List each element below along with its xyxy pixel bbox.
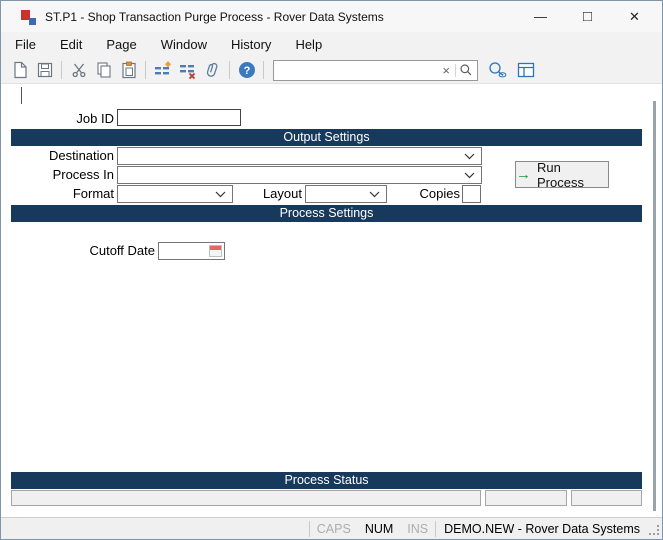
paste-clipboard-icon (120, 61, 138, 79)
destination-label: Destination (21, 148, 114, 163)
toolbar-separator (229, 61, 230, 79)
search-input[interactable] (274, 62, 439, 79)
menu-file[interactable]: File (3, 32, 48, 57)
menu-window[interactable]: Window (149, 32, 219, 57)
chevron-down-icon (464, 153, 475, 160)
minimize-icon: — (534, 9, 547, 24)
process-status-field-3 (571, 490, 642, 506)
menu-edit[interactable]: Edit (48, 32, 94, 57)
svg-text:?: ? (243, 65, 250, 77)
toolbar-separator (263, 61, 264, 79)
cut-button[interactable] (66, 58, 91, 82)
job-id-label: Job ID (21, 111, 114, 126)
job-id-input[interactable] (117, 109, 241, 126)
form-area: Job ID Output Settings Destination Proce… (1, 84, 662, 519)
run-process-button[interactable]: → Run Process (515, 161, 609, 188)
layout-button[interactable] (513, 58, 538, 82)
chevron-down-icon (369, 191, 380, 198)
text-caret (21, 87, 22, 104)
process-settings-header: Process Settings (11, 205, 642, 222)
cutoff-date-label: Cutoff Date (61, 243, 155, 258)
layout-label: Layout (241, 186, 302, 201)
paperclip-icon (204, 61, 222, 79)
menu-page[interactable]: Page (94, 32, 148, 57)
search-divider (455, 64, 456, 77)
search-box: × (273, 60, 478, 81)
destination-select[interactable] (117, 147, 482, 165)
record-view-button[interactable] (484, 58, 509, 82)
add-rows-button[interactable] (150, 58, 175, 82)
vertical-scrollbar[interactable] (653, 101, 656, 511)
resize-grip-icon[interactable] (649, 525, 659, 535)
status-bar: CAPS NUM INS DEMO.NEW - Rover Data Syste… (1, 517, 662, 539)
run-arrow-icon: → (516, 167, 531, 182)
caps-indicator: CAPS (310, 522, 358, 536)
new-document-button[interactable] (7, 58, 32, 82)
menu-bar: File Edit Page Window History Help (1, 32, 662, 57)
ins-indicator: INS (400, 522, 435, 536)
close-icon: ✕ (629, 9, 640, 25)
calendar-icon[interactable] (209, 245, 222, 257)
copy-button[interactable] (91, 58, 116, 82)
layout-select[interactable] (305, 185, 387, 203)
cutoff-date-input[interactable] (158, 242, 225, 260)
window-controls: — □ ✕ (517, 1, 658, 32)
process-in-label: Process In (21, 167, 114, 182)
menu-help[interactable]: Help (283, 32, 334, 57)
chevron-down-icon (464, 172, 475, 179)
process-in-select[interactable] (117, 166, 482, 184)
scissors-icon (70, 61, 88, 79)
output-settings-header: Output Settings (11, 129, 642, 146)
magnifier-eye-icon (487, 61, 507, 79)
delete-rows-button[interactable] (175, 58, 200, 82)
delete-rows-icon (179, 61, 197, 79)
help-button[interactable]: ? (234, 58, 259, 82)
close-button[interactable]: ✕ (611, 1, 658, 32)
clear-search-icon[interactable]: × (439, 64, 453, 77)
search-icon[interactable] (458, 63, 477, 77)
paste-button[interactable] (116, 58, 141, 82)
app-logo-icon (21, 9, 37, 25)
num-indicator: NUM (358, 522, 400, 536)
save-icon (36, 61, 54, 79)
process-status-field-2 (485, 490, 567, 506)
menu-history[interactable]: History (219, 32, 283, 57)
session-label: DEMO.NEW - Rover Data Systems (436, 522, 646, 536)
minimize-button[interactable]: — (517, 1, 564, 32)
add-rows-icon (154, 61, 172, 79)
title-bar: ST.P1 - Shop Transaction Purge Process -… (1, 1, 662, 32)
maximize-button[interactable]: □ (564, 1, 611, 32)
layout-icon (517, 61, 535, 79)
help-icon: ? (238, 61, 256, 79)
format-label: Format (21, 186, 114, 201)
toolbar: ? × (1, 57, 662, 84)
toolbar-separator (61, 61, 62, 79)
copies-input[interactable] (462, 185, 481, 203)
window-title: ST.P1 - Shop Transaction Purge Process -… (45, 10, 384, 24)
toolbar-separator (145, 61, 146, 79)
copies-label: Copies (399, 186, 460, 201)
attachments-button[interactable] (200, 58, 225, 82)
format-select[interactable] (117, 185, 233, 203)
process-status-field-1 (11, 490, 481, 506)
save-button[interactable] (32, 58, 57, 82)
copy-icon (95, 61, 113, 79)
maximize-icon: □ (583, 9, 592, 24)
app-window: ST.P1 - Shop Transaction Purge Process -… (0, 0, 663, 540)
run-process-label: Run Process (537, 160, 608, 190)
process-status-header: Process Status (11, 472, 642, 489)
new-document-icon (11, 61, 29, 79)
chevron-down-icon (215, 191, 226, 198)
